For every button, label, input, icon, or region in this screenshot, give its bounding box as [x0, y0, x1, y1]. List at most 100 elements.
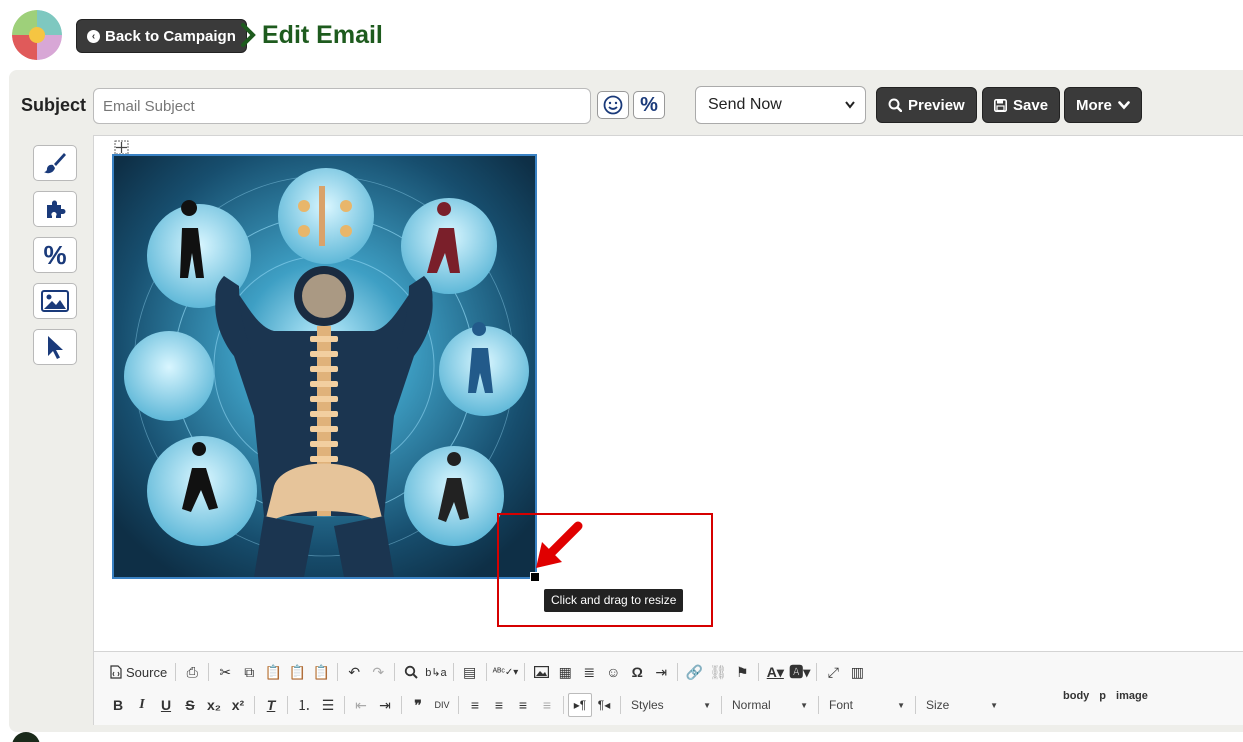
emoji-button[interactable]: [597, 91, 629, 119]
percent-icon: %: [43, 239, 67, 270]
chevron-right-icon: [241, 23, 256, 47]
back-to-campaign-button[interactable]: ‹ Back to Campaign: [76, 19, 247, 53]
subject-label: Subject: [21, 95, 87, 115]
undo-button[interactable]: ↶: [342, 660, 366, 684]
remove-format-button[interactable]: T: [259, 693, 283, 717]
rtl-button[interactable]: ¶◂: [592, 693, 616, 717]
path-item-p[interactable]: p: [1099, 690, 1106, 702]
more-menu-button[interactable]: More: [1064, 87, 1142, 123]
format-dropdown[interactable]: Normal ▼: [726, 693, 814, 717]
spellcheck-button[interactable]: ᴬᴮᶜ✓▾: [491, 660, 521, 684]
select-tool-button[interactable]: [33, 329, 77, 365]
superscript-icon: x²: [231, 697, 245, 713]
align-right-button[interactable]: ≡: [511, 693, 535, 717]
merge-tag-button[interactable]: %: [633, 91, 665, 119]
paintbrush-icon: [44, 153, 66, 174]
text-color-button[interactable]: A▾: [763, 660, 787, 684]
italic-icon: I: [139, 697, 145, 712]
horizontal-rule-button[interactable]: ≣: [577, 660, 601, 684]
styles-label: Styles: [631, 698, 664, 712]
page-title: Edit Email: [262, 21, 383, 49]
subscript-button[interactable]: x₂: [202, 693, 226, 717]
align-center-button[interactable]: ≡: [487, 693, 511, 717]
numbered-list-button[interactable]: ⒈: [292, 693, 316, 717]
find-button[interactable]: [399, 660, 423, 684]
font-dropdown[interactable]: Font ▼: [823, 693, 911, 717]
path-item-image[interactable]: image: [1116, 690, 1148, 702]
save-button[interactable]: Save: [982, 87, 1061, 123]
insert-image-button[interactable]: [33, 283, 77, 319]
maximize-icon: ⤢: [827, 663, 839, 680]
align-left-button[interactable]: ≡: [463, 693, 487, 717]
bold-icon: B: [112, 697, 124, 713]
link-icon: 🔗: [685, 663, 703, 680]
page-break-button[interactable]: ⇥: [649, 660, 673, 684]
indent-icon: ⇥: [379, 696, 391, 713]
help-widget-button[interactable]: [12, 732, 40, 742]
subscript-icon: x₂: [206, 697, 221, 713]
blockquote-button[interactable]: ❞: [406, 693, 430, 717]
styles-dropdown[interactable]: Styles ▼: [625, 693, 717, 717]
paste-text-icon: 📋: [288, 663, 306, 680]
email-subject-input[interactable]: [93, 88, 591, 124]
design-brush-button[interactable]: [33, 145, 77, 181]
merge-fields-button[interactable]: %: [33, 237, 77, 273]
underline-button[interactable]: U: [154, 693, 178, 717]
caret-down-icon: ▼: [703, 700, 711, 710]
source-button[interactable]: Source: [106, 660, 171, 684]
select-all-button[interactable]: ▤: [458, 660, 482, 684]
horizontal-rule-icon: ≣: [583, 663, 596, 680]
move-handle-icon[interactable]: [114, 140, 129, 155]
superscript-button[interactable]: x²: [226, 693, 250, 717]
anchor-button[interactable]: ⚑: [730, 660, 754, 684]
replace-button[interactable]: b↳a: [423, 660, 448, 684]
bg-color-button[interactable]: 🅰▾: [787, 660, 812, 684]
send-timing-select[interactable]: Send Now: [695, 86, 866, 124]
italic-button[interactable]: I: [130, 693, 154, 717]
indent-button[interactable]: ⇥: [373, 693, 397, 717]
ltr-button[interactable]: ▸¶: [568, 693, 592, 717]
link-button[interactable]: 🔗: [682, 660, 706, 684]
special-char-button[interactable]: Ω: [625, 660, 649, 684]
strikethrough-button[interactable]: S: [178, 693, 202, 717]
image-resize-handle[interactable]: [530, 572, 540, 582]
bold-button[interactable]: B: [106, 693, 130, 717]
print-button[interactable]: ⎙: [180, 660, 204, 684]
paste-text-button[interactable]: 📋: [285, 660, 309, 684]
unlink-button[interactable]: ⛓: [706, 660, 730, 684]
cut-button[interactable]: ✂: [213, 660, 237, 684]
puzzle-logo-icon: [12, 10, 62, 60]
redo-button[interactable]: ↷: [366, 660, 390, 684]
copy-button[interactable]: ⧉: [237, 660, 261, 684]
toolbar-row-2: B I U S x₂ x² T ⒈ ☰ ⇤ ⇥ ❞ DIV ≡ ≡ ≡ ≡ ▸¶…: [106, 693, 1004, 717]
app-logo[interactable]: [12, 10, 62, 60]
ltr-icon: ▸¶: [573, 698, 587, 712]
path-item-body[interactable]: body: [1063, 690, 1089, 702]
paste-word-button[interactable]: 📋: [309, 660, 333, 684]
source-label: Source: [126, 664, 168, 680]
size-label: Size: [926, 698, 950, 712]
justify-button[interactable]: ≡: [535, 693, 559, 717]
preview-button[interactable]: Preview: [876, 87, 977, 123]
numbered-list-icon: ⒈: [297, 697, 311, 713]
div-button[interactable]: DIV: [430, 693, 454, 717]
table-button[interactable]: ▦: [553, 660, 577, 684]
select-all-icon: ▤: [463, 663, 477, 680]
show-blocks-button[interactable]: ▥: [845, 660, 869, 684]
smiley-button[interactable]: ☺: [601, 660, 625, 684]
outdent-button[interactable]: ⇤: [349, 693, 373, 717]
email-image[interactable]: [112, 154, 537, 579]
maximize-button[interactable]: ⤢: [821, 660, 845, 684]
omega-icon: Ω: [631, 664, 643, 680]
blocks-button[interactable]: [33, 191, 77, 227]
bg-color-icon: 🅰▾: [789, 664, 811, 680]
source-icon: [110, 665, 122, 679]
bulleted-list-button[interactable]: ☰: [316, 693, 340, 717]
caret-down-icon: ▼: [990, 700, 998, 710]
image-button[interactable]: [529, 660, 553, 684]
preview-label: Preview: [908, 96, 965, 114]
paste-button[interactable]: 📋: [261, 660, 285, 684]
size-dropdown[interactable]: Size ▼: [920, 693, 1004, 717]
red-arrow-icon: [536, 521, 583, 568]
chevron-left-circle-icon: ‹: [87, 29, 100, 43]
